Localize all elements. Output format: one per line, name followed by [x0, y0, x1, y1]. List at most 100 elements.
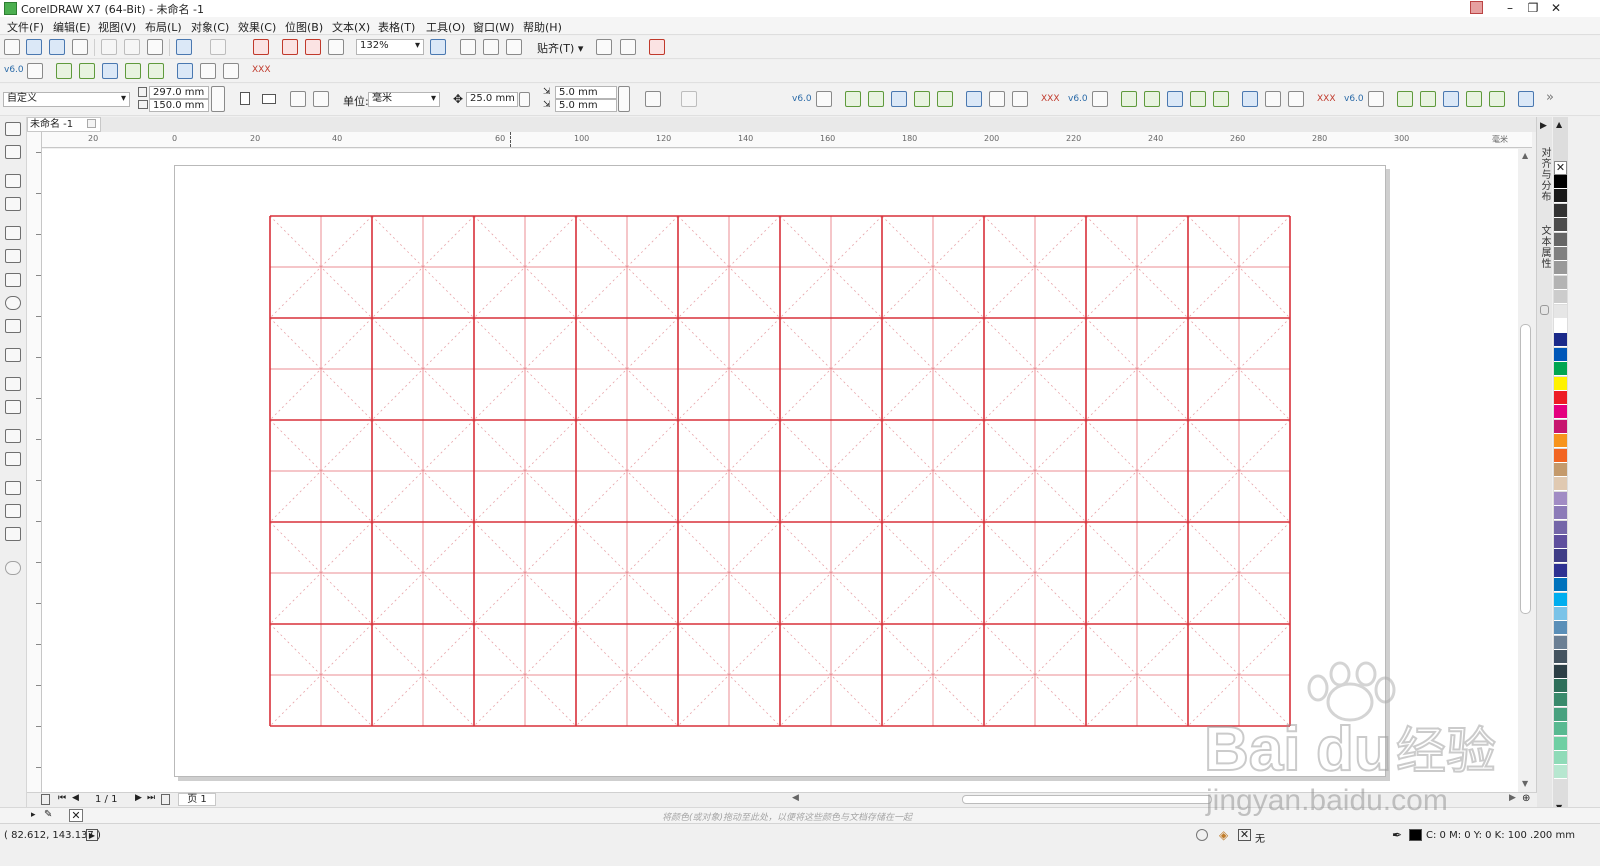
plugin-v60-icon[interactable]: v6.0	[4, 65, 24, 75]
plugin-user-icon[interactable]	[816, 91, 832, 107]
palette-scroll-up-icon[interactable]: ▲	[1556, 120, 1562, 129]
plugin-box-icon[interactable]	[1213, 91, 1229, 107]
outline-pen-icon[interactable]: ✒	[1392, 828, 1402, 842]
palette-swatch[interactable]	[1554, 563, 1567, 578]
add-page-before-icon[interactable]	[41, 794, 50, 805]
plugin-rotate-icon[interactable]	[868, 91, 884, 107]
close-tab-icon[interactable]	[87, 119, 96, 128]
plugin-align-icon[interactable]	[845, 91, 861, 107]
save-icon[interactable]	[49, 39, 65, 55]
artistic-media-tool-icon[interactable]	[5, 249, 21, 263]
publish-pdf-icon[interactable]	[328, 39, 344, 55]
palette-swatch[interactable]	[1554, 463, 1567, 477]
import-icon[interactable]	[282, 39, 298, 55]
undo-icon[interactable]	[176, 39, 192, 55]
color-proof-icon[interactable]	[1196, 829, 1208, 841]
plugin-convert-icon[interactable]	[1167, 91, 1183, 107]
show-guidelines-icon[interactable]	[506, 39, 522, 55]
no-color-swatch[interactable]: ✕	[1554, 161, 1567, 175]
parallel-dimension-tool-icon[interactable]	[5, 377, 21, 391]
add-page-after-icon[interactable]	[161, 794, 170, 805]
current-page-icon[interactable]	[313, 91, 329, 107]
smart-fill-tool-icon[interactable]	[5, 527, 21, 541]
docker-add-icon[interactable]	[1540, 305, 1549, 315]
palette-swatch[interactable]	[1554, 419, 1567, 434]
plugin-dock-icon[interactable]	[1518, 91, 1534, 107]
paste-icon[interactable]	[147, 39, 163, 55]
vertical-ruler[interactable]	[27, 132, 42, 792]
plugin-barcode-icon[interactable]	[1265, 91, 1281, 107]
shape-tool-icon[interactable]	[5, 145, 21, 159]
docker-tab-align-distribute[interactable]: 对齐与分布	[1538, 147, 1552, 207]
plugin-xxx-icon[interactable]: XXX	[252, 65, 271, 75]
palette-swatch[interactable]	[1554, 175, 1567, 189]
menu-effects[interactable]: 效果(C)	[238, 19, 276, 35]
show-grid-icon[interactable]	[483, 39, 499, 55]
scroll-up-icon[interactable]: ▲	[1522, 151, 1528, 160]
palette-swatch[interactable]	[1554, 621, 1567, 636]
page-width-field[interactable]: 297.0 mm	[149, 86, 209, 99]
palette-swatch[interactable]	[1554, 635, 1567, 650]
plugin-user-icon[interactable]	[1368, 91, 1384, 107]
plugin-v60-icon[interactable]: v6.0	[1068, 94, 1088, 104]
plugin-dock-icon[interactable]	[966, 91, 982, 107]
palette-swatch[interactable]	[1554, 434, 1567, 449]
palette-swatch[interactable]	[1554, 275, 1567, 290]
copy-icon[interactable]	[124, 39, 140, 55]
export-icon[interactable]	[305, 39, 321, 55]
page-size-spinner[interactable]	[211, 86, 225, 112]
plugin-barcode-icon[interactable]	[989, 91, 1005, 107]
new-document-icon[interactable]	[4, 39, 20, 55]
plugin-convert-icon[interactable]	[891, 91, 907, 107]
overflow-chevron-icon[interactable]: »	[1546, 90, 1554, 105]
menu-edit[interactable]: 编辑(E)	[53, 19, 91, 35]
status-play-icon[interactable]: ▶	[86, 829, 98, 841]
connector-tool-icon[interactable]	[5, 400, 21, 414]
user-icon[interactable]	[1470, 1, 1483, 14]
scroll-left-icon[interactable]: ◀	[792, 793, 799, 803]
plugin-frame-icon[interactable]	[1190, 91, 1206, 107]
menu-object[interactable]: 对象(C)	[191, 19, 229, 35]
previous-page-icon[interactable]: ◀	[72, 793, 79, 803]
last-page-icon[interactable]: ⏭	[147, 793, 155, 803]
plugin-box-icon[interactable]	[937, 91, 953, 107]
plugin-align-icon[interactable]	[1121, 91, 1137, 107]
menu-tools[interactable]: 工具(O)	[426, 19, 465, 35]
add-tool-icon[interactable]	[5, 561, 21, 575]
plugin-align-icon[interactable]	[1397, 91, 1413, 107]
page-tab-1[interactable]: 页 1	[178, 793, 216, 806]
plugin-dock-icon[interactable]	[1242, 91, 1258, 107]
search-content-icon[interactable]	[253, 39, 269, 55]
landscape-icon[interactable]	[262, 94, 276, 104]
palette-swatch[interactable]	[1554, 261, 1567, 276]
palette-swatch[interactable]	[1554, 592, 1567, 607]
palette-swatch[interactable]	[1554, 203, 1567, 218]
duplicate-spinner[interactable]	[618, 86, 630, 112]
all-pages-icon[interactable]	[290, 91, 306, 107]
plugin-v60-icon[interactable]: v6.0	[1344, 94, 1364, 104]
eyedropper-icon[interactable]: ✎	[44, 809, 52, 820]
ellipse-tool-icon[interactable]	[5, 296, 21, 310]
vertical-scroll-thumb[interactable]	[1520, 324, 1531, 614]
zoom-level-select[interactable]: 132% ▾	[356, 39, 424, 55]
options-icon[interactable]	[596, 39, 612, 55]
treat-as-filled-icon[interactable]	[645, 91, 661, 107]
plugin-convert-icon[interactable]	[1443, 91, 1459, 107]
rectangle-tool-icon[interactable]	[5, 273, 21, 287]
palette-swatch[interactable]	[1554, 218, 1567, 233]
redo-icon[interactable]	[210, 39, 226, 55]
plugin-rotate-icon[interactable]	[1144, 91, 1160, 107]
page-height-field[interactable]: 150.0 mm	[149, 99, 209, 112]
palette-swatch[interactable]	[1554, 535, 1567, 549]
plugin-layers-icon[interactable]	[1288, 91, 1304, 107]
full-screen-preview-icon[interactable]	[430, 39, 446, 55]
palette-swatch[interactable]	[1554, 520, 1567, 535]
page-preset-select[interactable]: 自定义 ▾	[3, 92, 130, 107]
palette-swatch[interactable]	[1554, 549, 1567, 564]
menu-window[interactable]: 窗口(W)	[473, 19, 514, 35]
plugin-barcode-icon[interactable]	[200, 63, 216, 79]
palette-swatch[interactable]	[1554, 333, 1567, 348]
palette-swatch[interactable]	[1554, 189, 1567, 204]
plugin-rotate-icon[interactable]	[79, 63, 95, 79]
plugin-frame-icon[interactable]	[1466, 91, 1482, 107]
